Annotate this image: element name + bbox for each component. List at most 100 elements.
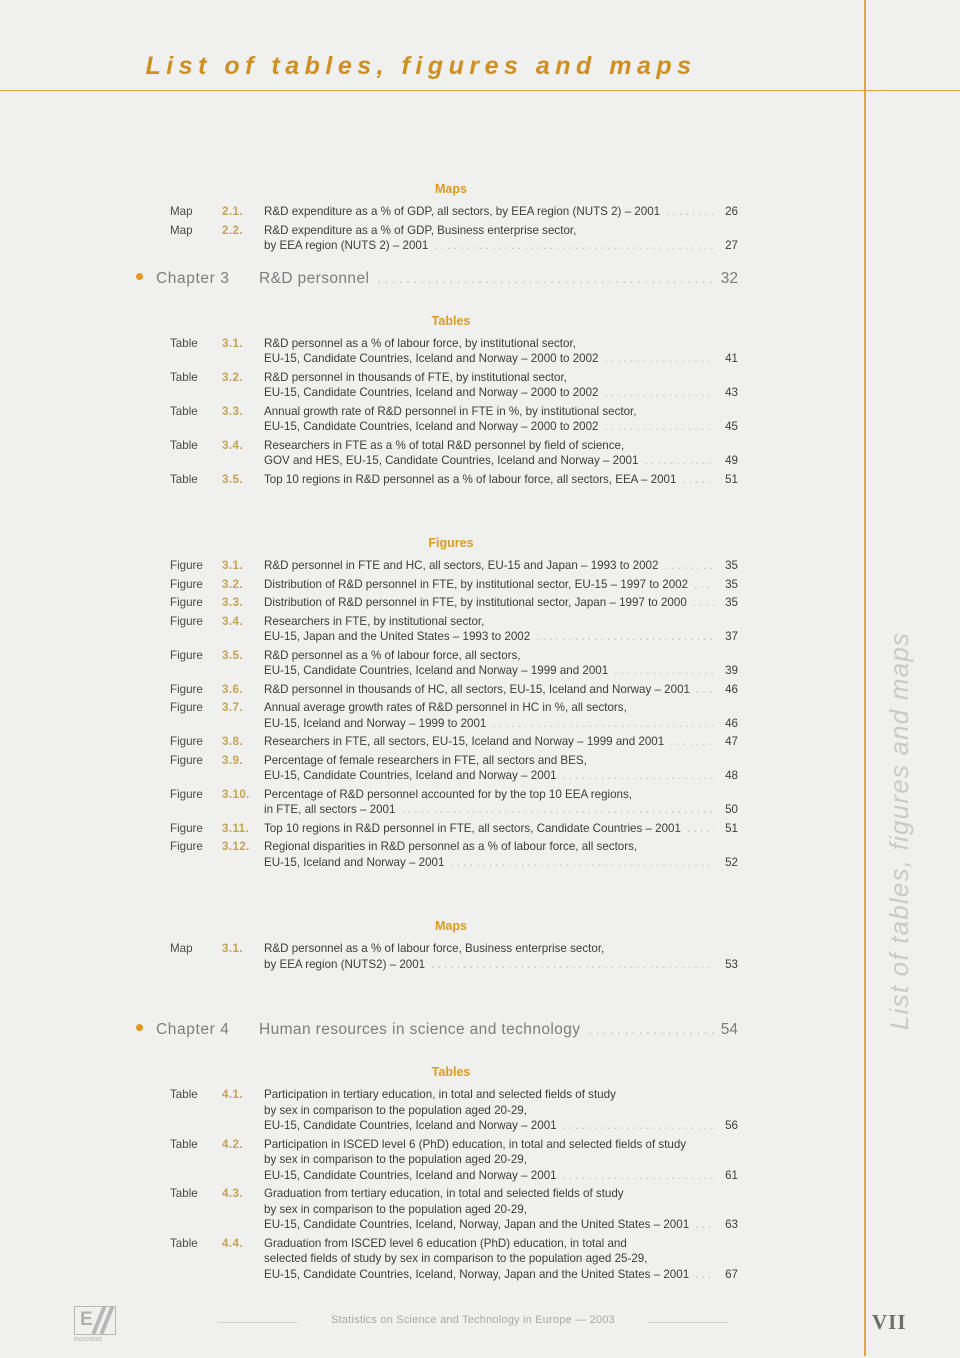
entry-line: by EEA region (NUTS 2) – 2001...........… xyxy=(264,238,842,254)
entry-number: 3.5. xyxy=(222,472,243,486)
toc-entry[interactable]: Figure 3.1. R&D personnel in FTE and HC, a… xyxy=(0,558,842,574)
entry-text: Annual growth rate of R&D personnel in F… xyxy=(264,404,637,418)
entry-number: 3.3. xyxy=(222,404,243,418)
entry-line: selected fields of study by sex in compa… xyxy=(264,1251,842,1267)
entry-number: 3.3. xyxy=(222,596,243,609)
entry-text: Annual average growth rates of R&D perso… xyxy=(264,701,627,714)
toc-entry[interactable]: Figure 3.8. Researchers in FTE, all sector… xyxy=(0,734,842,750)
leader-dots: ........................................… xyxy=(695,1267,714,1281)
leader-dots: ........................................… xyxy=(614,664,714,677)
toc-entry[interactable]: Figure 3.10. Percentage of R&D personnel a… xyxy=(0,787,842,818)
entry-kind-label: Figure xyxy=(170,577,203,591)
entry-line: Researchers in FTE, all sectors, EU-15, … xyxy=(264,734,842,750)
toc-entry[interactable]: Table 4.2. Participation in ISCED level 6 … xyxy=(0,1137,842,1184)
entry-page-number: 53 xyxy=(725,957,738,971)
entry-text: Percentage of female researchers in FTE,… xyxy=(264,753,587,767)
entry-text: Distribution of R&D personnel in FTE, by… xyxy=(264,596,687,609)
entry-text: R&D personnel in FTE and HC, all sectors… xyxy=(264,559,659,572)
leader-dots: ........................................… xyxy=(664,559,714,572)
entry-page-number: 48 xyxy=(725,769,738,782)
toc-entry[interactable]: Table 3.4. Researchers in FTE as a % of to… xyxy=(0,438,842,469)
entry-page-number: 46 xyxy=(725,716,738,730)
entry-body: R&D expenditure as a % of GDP, Business … xyxy=(264,223,842,254)
toc-entry[interactable]: Figure 3.6. R&D personnel in thousands of … xyxy=(0,682,842,698)
entry-body: Researchers in FTE, all sectors, EU-15, … xyxy=(264,734,842,750)
toc-entry[interactable]: Table 4.4. Graduation from ISCED level 6 e… xyxy=(0,1236,842,1283)
leader-dots: ........................................… xyxy=(562,1119,714,1132)
toc-entry[interactable]: Figure 3.12. Regional disparities in R&D p… xyxy=(0,839,842,870)
toc-entry[interactable]: Figure 3.11. Top 10 regions in R&D personn… xyxy=(0,821,842,837)
entry-number: 3.9. xyxy=(222,753,243,767)
entry-page-number: 26 xyxy=(725,205,738,218)
entry-kind-label: Figure xyxy=(170,559,203,572)
entry-number: 3.4. xyxy=(222,438,243,452)
entry-body: Researchers in FTE as a % of total R&D p… xyxy=(264,438,842,469)
entry-body: Annual average growth rates of R&D perso… xyxy=(264,700,842,731)
toc-entry[interactable]: Figure 3.9. Percentage of female researche… xyxy=(0,753,842,784)
chapter-entry-4[interactable]: Chapter 4 Human resources in science and… xyxy=(0,1021,842,1039)
page-title: List of tables, figures and maps xyxy=(145,52,697,80)
entry-text: EU-15, Candidate Countries, Iceland and … xyxy=(264,1119,557,1132)
entry-body: Percentage of R&D personnel accounted fo… xyxy=(264,787,842,818)
entry-number: 4.2. xyxy=(222,1137,243,1151)
entry-text: Graduation from tertiary education, in t… xyxy=(264,1187,624,1200)
logo-wordmark: eurostat xyxy=(74,1336,102,1343)
toc-entry[interactable]: Table 3.1. R&D personnel as a % of labour … xyxy=(0,336,842,367)
entry-text: Regional disparities in R&D personnel as… xyxy=(264,840,638,853)
entry-text: EU-15, Iceland and Norway – 1999 to 2001 xyxy=(264,716,487,730)
entry-number: 3.2. xyxy=(222,370,243,384)
entry-page-number: 27 xyxy=(725,239,738,252)
toc-entry[interactable]: Table 3.5. Top 10 regions in R&D personnel… xyxy=(0,472,842,488)
toc-entry[interactable]: Map 2.2. R&D expenditure as a % of GDP, Bu… xyxy=(0,223,842,254)
toc-entry[interactable]: Map 2.1. R&D expenditure as a % of GDP, al… xyxy=(0,204,842,220)
entry-line: EU-15, Iceland and Norway – 2001........… xyxy=(264,855,842,871)
entry-kind-label: Table xyxy=(170,472,198,486)
entry-page-number: 35 xyxy=(725,577,738,591)
entry-line: by sex in comparison to the population a… xyxy=(264,1202,842,1218)
entry-page-number: 35 xyxy=(725,596,738,609)
entry-body: Top 10 regions in R&D personnel as a % o… xyxy=(264,472,842,488)
toc-entry[interactable]: Table 4.1. Participation in tertiary educa… xyxy=(0,1087,842,1134)
entry-number: 3.2. xyxy=(222,577,243,591)
chapter-3-name: Chapter 3 xyxy=(156,269,230,287)
entry-text: EU-15, Candidate Countries, Iceland and … xyxy=(264,352,599,365)
entry-kind-label: Table xyxy=(170,1088,198,1101)
entry-page-number: 35 xyxy=(725,559,738,572)
toc-entry[interactable]: Figure 3.7. Annual average growth rates of… xyxy=(0,700,842,731)
leader-dots: ........................................… xyxy=(492,716,714,730)
entry-line: by sex in comparison to the population a… xyxy=(264,1152,842,1168)
entry-line: Annual growth rate of R&D personnel in F… xyxy=(264,404,842,420)
leader-dots: ........................................… xyxy=(604,420,715,433)
entry-text: Researchers in FTE as a % of total R&D p… xyxy=(264,438,625,452)
entry-body: R&D expenditure as a % of GDP, all secto… xyxy=(264,204,842,220)
toc-entry[interactable]: Figure 3.2. Distribution of R&D personnel … xyxy=(0,577,842,593)
entry-number: 3.7. xyxy=(222,701,243,714)
entry-number: 3.6. xyxy=(222,682,243,696)
maps-ch2-list: Map 2.1. R&D expenditure as a % of GDP, al… xyxy=(0,204,842,254)
entry-page-number: 51 xyxy=(725,472,738,486)
entry-kind-label: Figure xyxy=(170,596,203,609)
figures-ch3-list: Figure 3.1. R&D personnel in FTE and HC, a… xyxy=(0,558,842,870)
toc-entry[interactable]: Table 3.2. R&D personnel in thousands of F… xyxy=(0,370,842,401)
leader-dots: ........................................… xyxy=(695,1218,714,1231)
toc-entry[interactable]: Figure 3.4. Researchers in FTE, by institu… xyxy=(0,614,842,645)
entry-number: 4.3. xyxy=(222,1187,243,1200)
leader-dots: ........................................… xyxy=(694,577,714,591)
entry-text: R&D expenditure as a % of GDP, all secto… xyxy=(264,205,661,218)
toc-entry[interactable]: Map 3.1. R&D personnel as a % of labour fo… xyxy=(0,941,842,972)
entry-line: Graduation from tertiary education, in t… xyxy=(264,1186,842,1202)
toc-entry[interactable]: Figure 3.5. R&D personnel as a % of labour… xyxy=(0,648,842,679)
entry-body: R&D personnel as a % of labour force, by… xyxy=(264,336,842,367)
toc-entry[interactable]: Figure 3.3. Distribution of R&D personnel … xyxy=(0,595,842,611)
leader-dots: ........................................… xyxy=(562,1168,714,1182)
toc-entry[interactable]: Table 4.3. Graduation from tertiary educat… xyxy=(0,1186,842,1233)
entry-body: Annual growth rate of R&D personnel in F… xyxy=(264,404,842,435)
chapter-entry-3[interactable]: Chapter 3 R&D personnel ................… xyxy=(0,270,842,288)
entry-kind-label: Table xyxy=(170,438,198,452)
entry-number: 3.1. xyxy=(222,559,243,572)
toc-entry[interactable]: Table 3.3. Annual growth rate of R&D perso… xyxy=(0,404,842,435)
leader-dots: ........................................… xyxy=(670,735,714,748)
bullet-icon xyxy=(136,1024,143,1031)
entry-kind-label: Figure xyxy=(170,614,203,628)
